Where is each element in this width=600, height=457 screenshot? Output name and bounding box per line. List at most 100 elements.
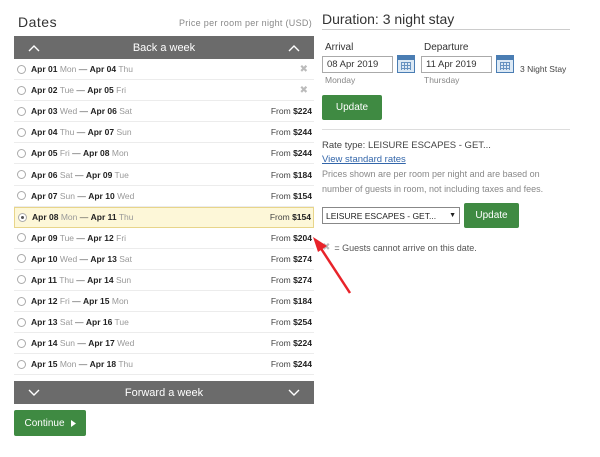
price-value: $154 (293, 190, 312, 201)
calendar-icon[interactable] (397, 55, 415, 73)
price-disclaimer: Prices shown are per room per night and … (322, 169, 544, 194)
start-date: Apr 10 (31, 253, 58, 264)
date-range-row[interactable]: Apr 08 Mon — Apr 11 Thu From $154 (14, 206, 314, 228)
departure-input[interactable]: 11 Apr 2019 (421, 55, 492, 73)
date-range-label: Apr 09 Tue — Apr 12 Fri (31, 233, 271, 243)
chevron-up-icon[interactable] (26, 40, 42, 56)
from-text: From (270, 169, 291, 180)
range-separator: — (77, 338, 86, 349)
start-date: Apr 14 (31, 338, 58, 349)
price-value: $224 (293, 106, 312, 117)
date-range-label: Apr 13 Sat — Apr 16 Tue (31, 317, 271, 327)
from-text: From (269, 212, 290, 223)
date-range-label: Apr 12 Fri — Apr 15 Mon (31, 296, 271, 306)
radio-button[interactable] (17, 338, 26, 348)
departure-label: Departure (424, 42, 469, 53)
radio-button[interactable] (17, 296, 26, 306)
start-dow: Sat (59, 317, 73, 328)
date-range-row[interactable]: Apr 05 Fri — Apr 08 Mon From $244 (14, 143, 314, 165)
arrival-input[interactable]: 08 Apr 2019 (322, 55, 393, 73)
date-range-label: Apr 10 Wed — Apr 13 Sat (31, 254, 271, 264)
start-dow: Mon (59, 64, 77, 75)
end-date: Apr 05 (87, 85, 114, 96)
date-range-row[interactable]: Apr 13 Sat — Apr 16 Tue From $254 (14, 312, 314, 334)
radio-button[interactable] (17, 359, 26, 369)
date-range-label: Apr 07 Sun — Apr 10 Wed (31, 191, 271, 201)
chevron-down-icon: ▼ (449, 212, 456, 219)
update-rate-button[interactable]: Update (464, 203, 519, 228)
date-fields: Arrival 08 Apr 2019 Monday Departure 11 … (322, 42, 570, 85)
price-label: From $244 (271, 148, 312, 158)
radio-button[interactable] (17, 106, 26, 116)
radio-button[interactable] (17, 233, 26, 243)
range-separator: — (76, 274, 85, 285)
chevron-down-icon[interactable] (26, 385, 42, 401)
date-range-row[interactable]: Apr 15 Mon — Apr 18 Thu From $244 (14, 354, 314, 376)
date-range-label: Apr 08 Mon — Apr 11 Thu (32, 212, 270, 222)
end-dow: Sat (119, 253, 133, 264)
start-date: Apr 01 (31, 64, 58, 75)
date-range-row[interactable]: Apr 06 Sat — Apr 09 Tue From $184 (14, 164, 314, 186)
start-dow: Tue (59, 85, 75, 96)
start-date: Apr 05 (31, 148, 58, 159)
date-range-row[interactable]: Apr 10 Wed — Apr 13 Sat From $274 (14, 249, 314, 270)
date-range-label: Apr 04 Thu — Apr 07 Sun (31, 127, 271, 137)
radio-button[interactable] (17, 85, 26, 95)
end-date: Apr 10 (88, 190, 115, 201)
radio-button[interactable] (17, 254, 26, 264)
end-date: Apr 06 (90, 106, 117, 117)
radio-button[interactable] (17, 317, 26, 327)
radio-button[interactable] (17, 64, 26, 74)
update-button[interactable]: Update (322, 95, 382, 120)
start-dow: Thu (59, 127, 75, 138)
date-range-label: Apr 03 Wed — Apr 06 Sat (31, 106, 271, 116)
date-range-row[interactable]: Apr 01 Mon — Apr 04 Thu ✖ (14, 59, 314, 81)
date-range-row[interactable]: Apr 04 Thu — Apr 07 Sun From $244 (14, 122, 314, 144)
forward-a-week-bar[interactable]: Forward a week (14, 381, 314, 405)
date-range-row[interactable]: Apr 12 Fri — Apr 15 Mon From $184 (14, 291, 314, 313)
stay-length: 3 Night Stay (520, 64, 567, 74)
view-standard-rates-link[interactable]: View standard rates (322, 154, 570, 165)
price-label: From $224 (271, 338, 312, 348)
chevron-up-icon[interactable] (286, 40, 302, 56)
end-dow: Wed (117, 190, 135, 201)
price-value: $244 (293, 359, 312, 370)
end-date: Apr 17 (88, 338, 115, 349)
radio-button[interactable] (17, 148, 26, 158)
back-a-week-bar[interactable]: Back a week (14, 36, 314, 59)
forward-a-week-label[interactable]: Forward a week (42, 387, 286, 399)
x-icon: ✖ (299, 63, 308, 75)
departure-field-group: Departure 11 Apr 2019 Thursday (421, 42, 514, 85)
start-date: Apr 15 (31, 359, 58, 370)
arrival-field-group: Arrival 08 Apr 2019 Monday (322, 42, 415, 85)
range-separator: — (76, 232, 85, 243)
radio-button[interactable] (18, 212, 27, 222)
back-a-week-label[interactable]: Back a week (42, 42, 286, 54)
chevron-down-icon[interactable] (286, 385, 302, 401)
calendar-icon[interactable] (496, 55, 514, 73)
range-separator: — (72, 148, 81, 159)
start-date: Apr 06 (31, 169, 58, 180)
radio-button[interactable] (17, 170, 26, 180)
date-range-row[interactable]: Apr 11 Thu — Apr 14 Sun From $274 (14, 270, 314, 292)
end-date: Apr 08 (83, 148, 110, 159)
radio-button[interactable] (17, 275, 26, 285)
price-value: $274 (293, 253, 312, 264)
from-text: From (270, 296, 291, 307)
radio-button[interactable] (17, 191, 26, 201)
rate-select[interactable]: LEISURE ESCAPES - GET... ▼ (322, 207, 460, 224)
date-range-row[interactable]: Apr 03 Wed — Apr 06 Sat From $224 (14, 101, 314, 123)
date-range-row[interactable]: Apr 14 Sun — Apr 17 Wed From $224 (14, 333, 314, 355)
date-range-row[interactable]: Apr 02 Tue — Apr 05 Fri ✖ (14, 80, 314, 102)
range-separator: — (79, 253, 89, 264)
start-dow: Fri (59, 296, 70, 307)
start-dow: Mon (59, 359, 77, 370)
continue-button[interactable]: Continue (14, 410, 86, 436)
range-separator: — (78, 64, 88, 75)
end-dow: Sun (116, 127, 132, 138)
price-label: From $184 (271, 296, 312, 306)
date-range-row[interactable]: Apr 09 Tue — Apr 12 Fri From $204 (14, 228, 314, 249)
date-range-row[interactable]: Apr 07 Sun — Apr 10 Wed From $154 (14, 186, 314, 207)
price-label: From $154 (270, 212, 311, 222)
radio-button[interactable] (17, 127, 26, 137)
